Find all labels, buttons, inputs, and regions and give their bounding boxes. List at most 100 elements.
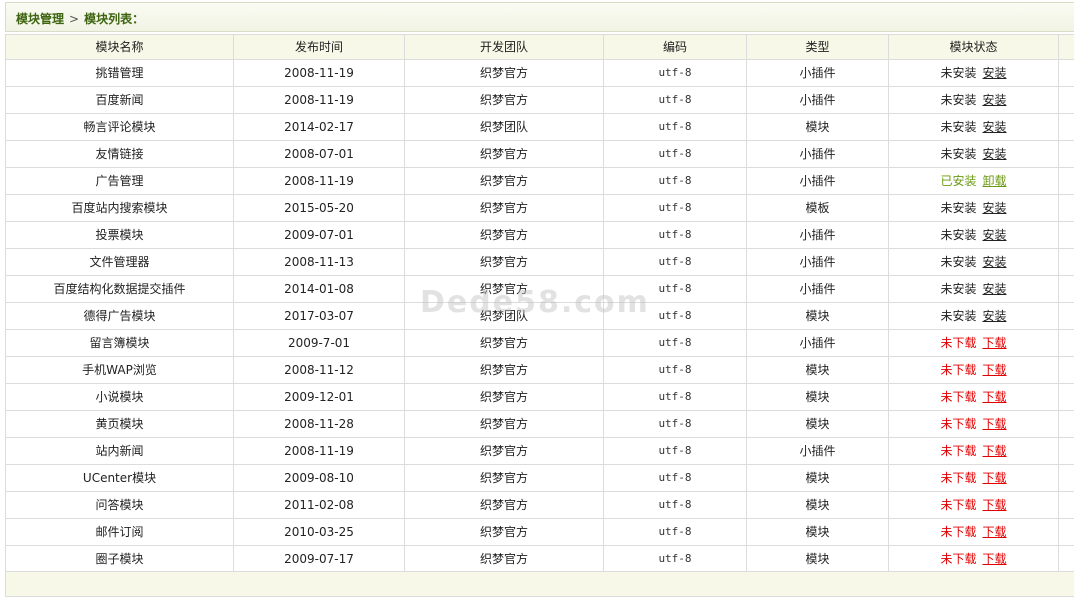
release-date-cell: 2009-12-01 [233,383,405,411]
status-text: 未安装 [940,255,977,269]
dev-team-cell: 织梦官方 [404,383,604,411]
row-spacer-cell [1058,113,1074,141]
row-spacer-cell [1058,140,1074,168]
row-spacer-cell [1058,518,1074,546]
download-link[interactable]: 下载 [983,525,1007,539]
download-link[interactable]: 下载 [983,471,1007,485]
module-status-cell: 未安装 安装 [888,59,1059,87]
table-row: 百度新闻 2008-11-19 织梦官方 utf-8 小插件 未安装 安装 [5,86,1074,114]
install-link[interactable]: 安装 [983,228,1007,242]
download-link[interactable]: 下载 [983,390,1007,404]
release-date-cell: 2009-08-10 [233,464,405,492]
uninstall-link[interactable]: 卸载 [983,174,1007,188]
dev-team-cell: 织梦官方 [404,221,604,249]
table-header-row: 模块名称 发布时间 开发团队 编码 类型 模块状态 [5,34,1074,60]
table-row: 百度结构化数据提交插件 2014-01-08 织梦官方 utf-8 小插件 未安装 安装 [5,275,1074,303]
install-link[interactable]: 安装 [983,93,1007,107]
module-name-cell: 挑错管理 [5,59,234,87]
release-date-cell: 2008-11-13 [233,248,405,276]
table-row: 友情链接 2008-07-01 织梦官方 utf-8 小插件 未安装 安装 [5,140,1074,168]
release-date-cell: 2014-01-08 [233,275,405,303]
title-bar: 模块管理 > 模块列表： [5,2,1074,32]
row-spacer-cell [1058,194,1074,222]
encoding-cell: utf-8 [603,356,747,384]
module-status-cell: 未安装 安装 [888,275,1059,303]
module-type-cell: 模板 [746,194,889,222]
install-link[interactable]: 安装 [983,255,1007,269]
module-type-cell: 模块 [746,383,889,411]
module-status-cell: 未下载 下载 [888,545,1059,573]
row-spacer-cell [1058,221,1074,249]
status-text: 未安装 [940,147,977,161]
encoding-cell: utf-8 [603,113,747,141]
encoding-cell: utf-8 [603,194,747,222]
dev-team-cell: 织梦官方 [404,59,604,87]
module-status-cell: 未安装 安装 [888,194,1059,222]
module-type-cell: 模块 [746,302,889,330]
module-type-cell: 小插件 [746,167,889,195]
status-text: 未下载 [940,552,977,566]
module-type-cell: 模块 [746,491,889,519]
status-text: 已安装 [940,174,977,188]
table-footer-bar [5,571,1074,597]
download-link[interactable]: 下载 [983,498,1007,512]
breadcrumb-root-link[interactable]: 模块管理 [16,12,64,26]
release-date-cell: 2008-11-19 [233,167,405,195]
module-name-cell: UCenter模块 [5,464,234,492]
release-date-cell: 2008-07-01 [233,140,405,168]
download-link[interactable]: 下载 [983,363,1007,377]
encoding-cell: utf-8 [603,437,747,465]
module-type-cell: 小插件 [746,59,889,87]
breadcrumb: 模块管理 > 模块列表： [16,10,144,27]
module-status-cell: 未安装 安装 [888,221,1059,249]
table-row: 畅言评论模块 2014-02-17 织梦团队 utf-8 模块 未安装 安装 [5,113,1074,141]
download-link[interactable]: 下载 [983,417,1007,431]
encoding-cell: utf-8 [603,167,747,195]
install-link[interactable]: 安装 [983,147,1007,161]
module-name-cell: 百度新闻 [5,86,234,114]
encoding-cell: utf-8 [603,59,747,87]
download-link[interactable]: 下载 [983,552,1007,566]
table-row: 圈子模块 2009-07-17 织梦官方 utf-8 模块 未下载 下载 [5,545,1074,573]
install-link[interactable]: 安装 [983,309,1007,323]
install-link[interactable]: 安装 [983,201,1007,215]
module-status-cell: 未安装 安装 [888,140,1059,168]
row-spacer-cell [1058,302,1074,330]
download-link[interactable]: 下载 [983,444,1007,458]
status-text: 未下载 [940,390,977,404]
row-spacer-cell [1058,329,1074,357]
table-row: 文件管理器 2008-11-13 织梦官方 utf-8 小插件 未安装 安装 [5,248,1074,276]
module-table: 模块名称 发布时间 开发团队 编码 类型 模块状态 挑错管理 2008-11-19… [5,34,1074,573]
row-spacer-cell [1058,410,1074,438]
module-type-cell: 模块 [746,356,889,384]
install-link[interactable]: 安装 [983,66,1007,80]
table-row: 站内新闻 2008-11-19 织梦官方 utf-8 小插件 未下载 下载 [5,437,1074,465]
table-row: 挑错管理 2008-11-19 织梦官方 utf-8 小插件 未安装 安装 [5,59,1074,87]
module-status-cell: 未下载 下载 [888,329,1059,357]
download-link[interactable]: 下载 [983,336,1007,350]
dev-team-cell: 织梦官方 [404,275,604,303]
row-spacer-cell [1058,59,1074,87]
status-text: 未下载 [940,498,977,512]
status-text: 未下载 [940,363,977,377]
table-row: 留言簿模块 2009-7-01 织梦官方 utf-8 小插件 未下载 下载 [5,329,1074,357]
dev-team-cell: 织梦团队 [404,302,604,330]
module-name-cell: 问答模块 [5,491,234,519]
table-row: 手机WAP浏览 2008-11-12 织梦官方 utf-8 模块 未下载 下载 [5,356,1074,384]
dev-team-cell: 织梦官方 [404,248,604,276]
dev-team-cell: 织梦官方 [404,410,604,438]
module-status-cell: 未下载 下载 [888,356,1059,384]
install-link[interactable]: 安装 [983,120,1007,134]
install-link[interactable]: 安装 [983,282,1007,296]
dev-team-cell: 织梦官方 [404,518,604,546]
table-row: 小说模块 2009-12-01 织梦官方 utf-8 模块 未下载 下载 [5,383,1074,411]
column-header-spacer [1058,34,1074,60]
release-date-cell: 2010-03-25 [233,518,405,546]
row-spacer-cell [1058,545,1074,573]
table-row: 德得广告模块 2017-03-07 织梦团队 utf-8 模块 未安装 安装 [5,302,1074,330]
module-status-cell: 未下载 下载 [888,437,1059,465]
dev-team-cell: 织梦官方 [404,437,604,465]
table-row: UCenter模块 2009-08-10 织梦官方 utf-8 模块 未下载 下载 [5,464,1074,492]
breadcrumb-current: 模块列表： [84,12,145,26]
dev-team-cell: 织梦团队 [404,113,604,141]
